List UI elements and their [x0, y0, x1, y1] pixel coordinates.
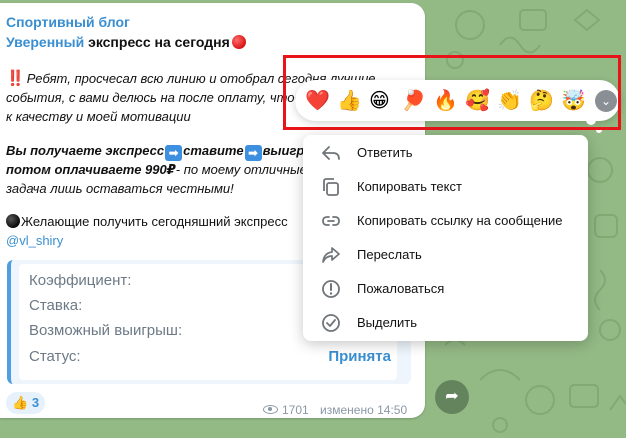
menu-item-copy-link[interactable]: Копировать ссылку на сообщение: [303, 204, 588, 238]
status-value: Принята: [328, 348, 391, 365]
right-arrow-icon: ➡: [165, 145, 183, 161]
menu-label-select: Выделить: [357, 315, 417, 330]
reply-icon: [322, 146, 340, 160]
post-line-7-text: Желающие получить сегодняшний экспресс: [21, 214, 288, 229]
menu-label-report: Пожаловаться: [357, 281, 445, 296]
reaction-heart-icon[interactable]: ❤️: [305, 88, 330, 112]
views-count: 1701: [282, 403, 309, 417]
post-line-5-b: - по моему отличные: [175, 162, 307, 177]
post-line-4-a: Вы получаете экспресс: [6, 143, 165, 158]
right-arrow-icon: ➡: [244, 145, 262, 161]
check-circle-icon: [322, 314, 340, 332]
context-menu: Ответить Копировать текст Копировать ссы…: [303, 135, 588, 341]
double-exclamation-icon: ‼️: [6, 70, 25, 87]
menu-item-select[interactable]: Выделить: [303, 306, 588, 340]
edited-time: изменено 14:50: [320, 403, 408, 417]
post-line-7: Желающие получить сегодняшний экспресс: [6, 212, 288, 231]
copy-icon: [323, 178, 339, 196]
menu-item-forward[interactable]: Переслать: [303, 238, 588, 272]
reactions-tail: [586, 115, 596, 125]
chevron-down-icon: ⌄: [600, 94, 612, 108]
reaction-mind-blown-icon[interactable]: 🤯: [561, 88, 586, 112]
reaction-fire-icon[interactable]: 🔥: [433, 88, 458, 112]
expand-reactions-button[interactable]: ⌄: [595, 90, 617, 112]
black-circle-icon: [6, 214, 20, 228]
reaction-thinking-icon[interactable]: 🤔: [529, 88, 554, 112]
coefficient-label: Коэффициент:: [29, 272, 132, 289]
post-title-text: экспресс на сегодня: [84, 34, 230, 50]
forward-icon: [322, 247, 340, 263]
reaction-count: 3: [31, 395, 40, 410]
post-line-4-b: ставите: [183, 143, 244, 158]
post-line-4: Вы получаете экспресс ➡ ставите ➡ выигрыв: [6, 141, 323, 161]
stake-label: Ставка:: [29, 297, 83, 314]
post-line-3: к качеству и моей мотивации: [6, 109, 191, 124]
reaction-chip[interactable]: 👍 3: [6, 392, 46, 414]
post-line-5: потом оплачиваете 990₽- по моему отличны…: [6, 160, 307, 179]
reaction-paddle-icon[interactable]: 🏓: [401, 88, 426, 112]
channel-name[interactable]: Спортивный блог: [6, 14, 130, 30]
report-icon: [322, 280, 340, 298]
menu-label-reply: Ответить: [357, 145, 413, 160]
menu-label-copy-text: Копировать текст: [357, 179, 462, 194]
menu-label-forward: Переслать: [357, 247, 422, 262]
menu-item-reply[interactable]: Ответить: [303, 136, 588, 170]
post-line-2: события, с вами делюсь на после оплату, …: [6, 90, 302, 105]
reactions-tail-small: [596, 127, 602, 133]
red-circle-icon: [231, 35, 246, 49]
reaction-love-face-icon[interactable]: 🥰: [465, 88, 490, 112]
post-title: Уверенный экспресс на сегодня: [6, 34, 246, 50]
share-arrow-icon: ➦: [445, 388, 459, 405]
share-button[interactable]: ➦: [435, 380, 469, 414]
possible-win-label: Возможный выигрыш:: [29, 322, 183, 339]
link-icon: [322, 216, 340, 226]
post-title-accent: Уверенный: [6, 34, 85, 50]
reaction-thumbs-up-icon[interactable]: 👍: [337, 88, 362, 112]
eye-icon: [263, 405, 278, 414]
menu-item-copy-text[interactable]: Копировать текст: [303, 170, 588, 204]
menu-label-copy-link: Копировать ссылку на сообщение: [357, 213, 563, 228]
post-line-6: задача лишь оставаться честными!: [6, 181, 234, 196]
reaction-clap-icon[interactable]: 👏: [497, 88, 522, 112]
message-meta: 1701 изменено 14:50: [263, 403, 407, 417]
post-line-5-a: потом оплачиваете 990₽: [6, 162, 176, 177]
status-label: Статус:: [29, 348, 81, 365]
menu-item-report[interactable]: Пожаловаться: [303, 272, 588, 306]
thumbs-up-icon: 👍: [12, 395, 29, 410]
reactions-bar: ❤️ 👍 😁 🏓 🔥 🥰 👏 🤔 🤯 ⌄: [295, 80, 620, 121]
handle-link[interactable]: @vl_shiry: [6, 231, 63, 250]
reaction-grin-icon[interactable]: 😁: [369, 88, 390, 112]
